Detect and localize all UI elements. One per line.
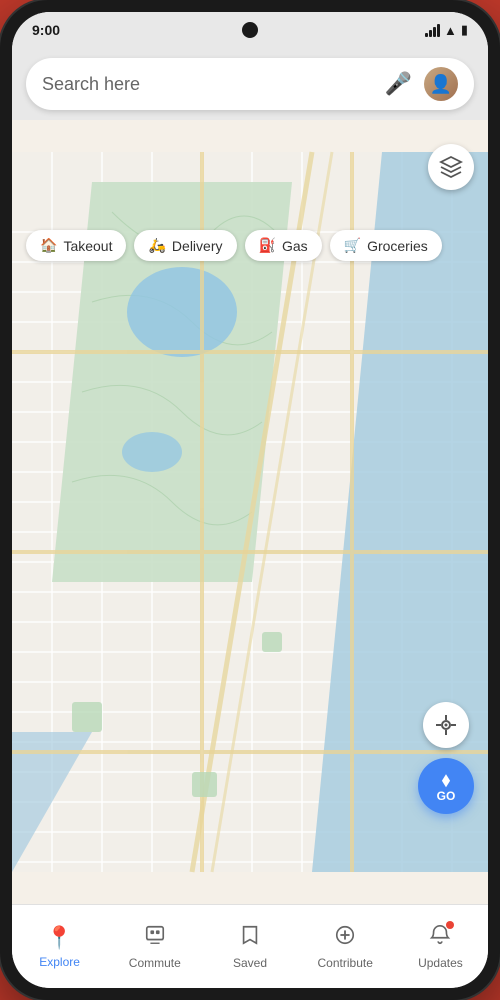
nav-saved[interactable]: Saved — [202, 924, 297, 970]
phone-frame: 9:00 ▲ ▮ Search here 🎤 👤 — [0, 0, 500, 1000]
commute-label: Commute — [129, 956, 181, 970]
go-arrow-icon: ⬧ — [442, 770, 451, 790]
explore-label: Explore — [39, 955, 80, 969]
status-time: 9:00 — [32, 22, 60, 38]
phone-screen: 9:00 ▲ ▮ Search here 🎤 👤 — [12, 12, 488, 988]
takeout-icon: 🏠 — [40, 237, 57, 254]
search-placeholder: Search here — [42, 74, 385, 95]
chips-container: 🏠 Takeout 🛵 Delivery ⛽ Gas 🛒 Groceries — [12, 220, 488, 271]
map-controls-bottom: ⬧ GO — [418, 702, 474, 814]
go-label: GO — [437, 790, 456, 802]
contribute-icon — [334, 924, 356, 952]
chip-groceries-label: Groceries — [367, 238, 428, 254]
map-controls-top — [428, 144, 474, 190]
chip-takeout-label: Takeout — [63, 238, 112, 254]
nav-explore[interactable]: 📍 Explore — [12, 925, 107, 969]
saved-label: Saved — [233, 956, 267, 970]
chip-groceries[interactable]: 🛒 Groceries — [330, 230, 442, 261]
status-bar: 9:00 ▲ ▮ — [12, 12, 488, 48]
updates-label: Updates — [418, 956, 463, 970]
updates-badge-dot — [446, 921, 454, 929]
delivery-icon: 🛵 — [148, 237, 165, 254]
location-button[interactable] — [423, 702, 469, 748]
search-icons: 🎤 👤 — [385, 67, 458, 101]
chip-gas-label: Gas — [282, 238, 308, 254]
search-bar[interactable]: Search here 🎤 👤 — [26, 58, 474, 110]
nav-contribute[interactable]: Contribute — [298, 924, 393, 970]
map-area[interactable]: 🏠 Takeout 🛵 Delivery ⛽ Gas 🛒 Groceries — [12, 120, 488, 904]
saved-icon — [239, 924, 261, 952]
mic-icon[interactable]: 🎤 — [385, 71, 412, 97]
groceries-icon: 🛒 — [344, 237, 361, 254]
go-button[interactable]: ⬧ GO — [418, 758, 474, 814]
updates-icon — [429, 926, 451, 951]
camera-notch — [242, 22, 258, 38]
signal-icon — [425, 23, 440, 37]
commute-icon — [144, 924, 166, 952]
explore-icon: 📍 — [46, 925, 73, 951]
layers-button[interactable] — [428, 144, 474, 190]
wifi-icon: ▲ — [444, 23, 457, 38]
chip-delivery[interactable]: 🛵 Delivery — [134, 230, 236, 261]
battery-icon: ▮ — [461, 22, 468, 38]
contribute-label: Contribute — [318, 956, 373, 970]
nav-updates[interactable]: Updates — [393, 924, 488, 970]
chip-takeout[interactable]: 🏠 Takeout — [26, 230, 126, 261]
chip-gas[interactable]: ⛽ Gas — [245, 230, 322, 261]
chip-delivery-label: Delivery — [172, 238, 223, 254]
status-icons: ▲ ▮ — [425, 22, 468, 38]
nav-commute[interactable]: Commute — [107, 924, 202, 970]
search-bar-container: Search here 🎤 👤 — [12, 48, 488, 120]
avatar[interactable]: 👤 — [424, 67, 458, 101]
bottom-nav: 📍 Explore Commute — [12, 904, 488, 988]
updates-badge-container — [429, 924, 451, 952]
gas-icon: ⛽ — [259, 237, 276, 254]
